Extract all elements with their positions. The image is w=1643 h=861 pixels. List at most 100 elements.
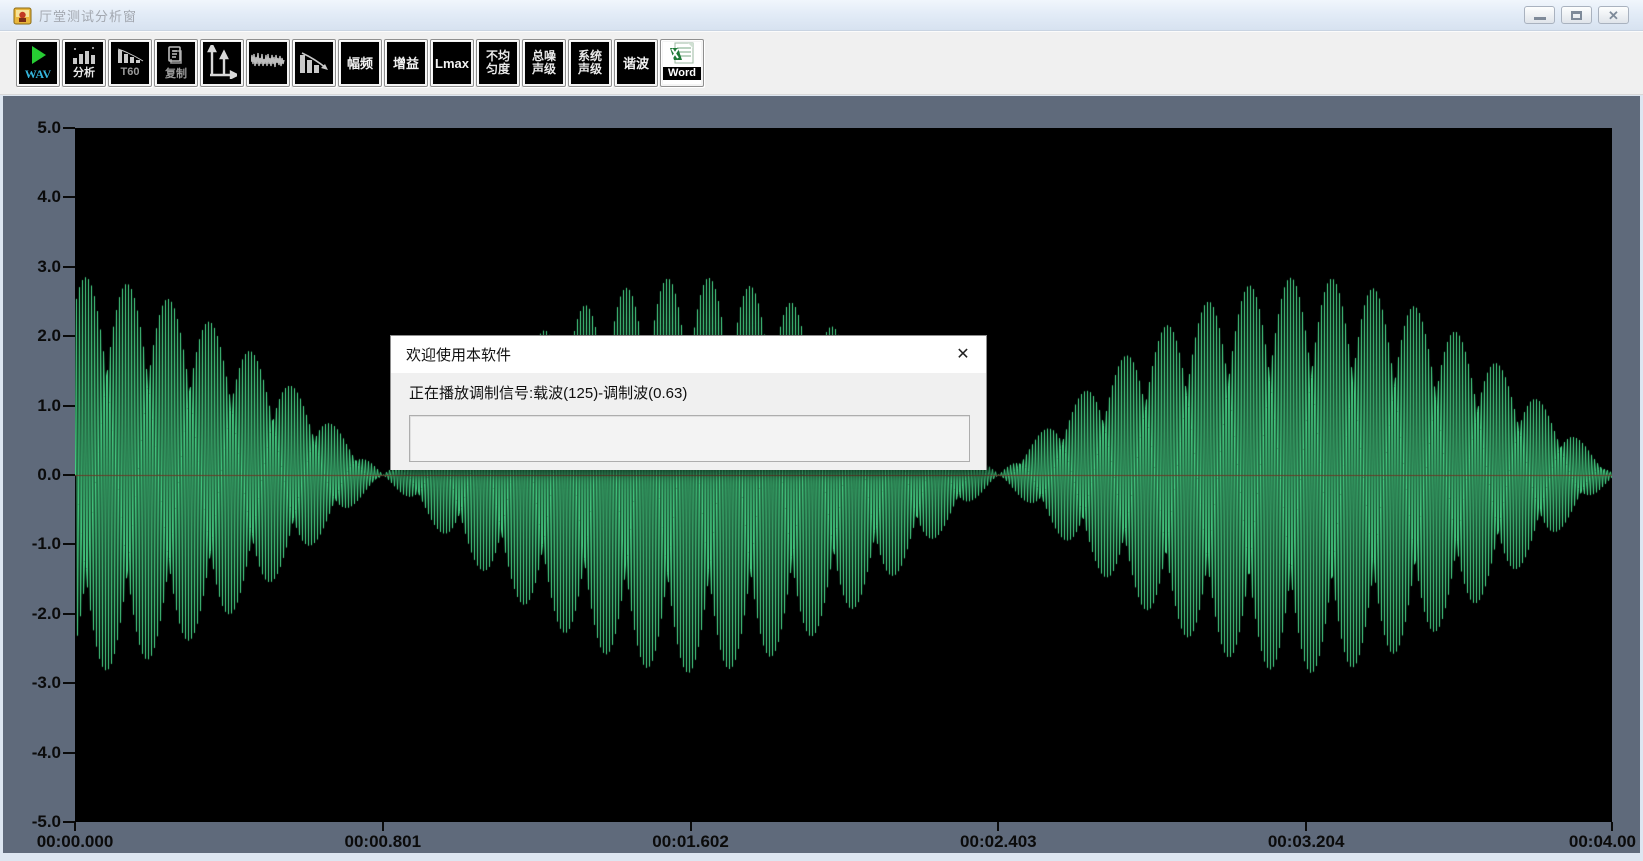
analyze-button[interactable]: 分析 [62,39,106,87]
axes-button-face [203,42,241,84]
play-icon [27,45,49,68]
bar-chart-icon [70,46,98,67]
lmax-button[interactable]: Lmax [430,39,474,87]
toolbar: WAV 分析 T60 复制 幅频 增益 Lmax 不均匀度总噪声级系统声级 谐波 Word [0,31,1643,95]
x-axis-tick [690,822,692,831]
dialog-titlebar: 欢迎使用本软件 ✕ [391,336,986,373]
lmax-label: Lmax [435,57,469,70]
y-axis-tick [63,682,75,684]
histogram-decay-button[interactable] [292,39,336,87]
minimize-button[interactable] [1524,6,1555,24]
harmonics-label: 谐波 [623,57,649,70]
dialog-message: 正在播放调制信号:载波(125)-调制波(0.63) [409,382,687,403]
harmonics-button[interactable]: 谐波 [614,39,658,87]
y-axis-label: 0.0 [11,465,61,485]
analyze-label: 分析 [73,67,95,80]
y-axis-label: -2.0 [11,604,61,624]
y-axis-tick [63,613,75,615]
minimize-icon [1534,17,1546,20]
gain-label: 增益 [393,57,419,70]
word-export-button[interactable]: Word [660,39,704,87]
copy-button-face: 复制 [157,42,195,84]
document-copy-icon [166,45,186,68]
t60-button[interactable]: T60 [108,39,152,87]
word-export-button-face: Word [663,42,701,84]
word-export-label: Word [663,67,701,80]
y-axis-label: -1.0 [11,534,61,554]
dialog-close-button[interactable]: ✕ [948,340,978,368]
x-axis-tick [997,822,999,831]
axes-button[interactable] [200,39,244,87]
x-axis-label: 00:02.403 [960,832,1037,852]
system-sound-level-button[interactable]: 系统声级 [568,39,612,87]
spreadsheet-icon [669,42,695,67]
histogram-decay-icon [299,51,329,76]
amplitude-frequency-button[interactable]: 幅频 [338,39,382,87]
maximize-icon [1571,11,1582,20]
window-title: 厅堂测试分析窗 [39,6,137,25]
amplitude-frequency-label: 幅频 [347,57,373,70]
titlebar: 厅堂测试分析窗 ✕ [0,0,1643,31]
copy-label: 复制 [165,68,187,81]
play-wav-button-face: WAV [19,42,57,84]
gain-button[interactable]: 增益 [384,39,428,87]
window-controls: ✕ [1524,6,1629,24]
total-noise-level-button[interactable]: 总噪声级 [522,39,566,87]
nonuniformity-button-face: 不均匀度 [479,42,517,84]
lmax-button-face: Lmax [433,42,471,84]
system-sound-level-button-face: 系统声级 [571,42,609,84]
y-axis-label: 4.0 [11,187,61,207]
copy-button[interactable]: 复制 [154,39,198,87]
system-sound-level-label-line2: 声级 [578,63,602,76]
x-axis-label: 00:04.00 [1569,832,1636,852]
y-axis-tick [63,266,75,268]
total-noise-level-label-line2: 声级 [532,63,556,76]
play-wav-label: WAV [25,68,51,81]
y-axis-label: 5.0 [11,118,61,138]
close-icon: ✕ [1608,9,1619,22]
y-axis-label: 3.0 [11,257,61,277]
dialog-body: 正在播放调制信号:载波(125)-调制波(0.63) [391,373,986,470]
decay-bars-icon [116,47,144,66]
y-axis-label: 2.0 [11,326,61,346]
y-axis-tick [63,405,75,407]
analyze-button-face: 分析 [65,42,103,84]
maximize-button[interactable] [1561,6,1592,24]
waveform-icon [251,51,285,76]
play-wav-button[interactable]: WAV [16,39,60,87]
histogram-decay-button-face [295,42,333,84]
y-axis-label: -5.0 [11,812,61,832]
nonuniformity-button[interactable]: 不均匀度 [476,39,520,87]
x-axis-label: 00:01.602 [652,832,729,852]
y-axis-label: 1.0 [11,396,61,416]
waveform-canvas [75,128,1612,822]
x-axis-label: 00:00.000 [37,832,114,852]
y-axis-tick [63,474,75,476]
y-axis-tick [63,752,75,754]
y-axis-tick [63,127,75,129]
x-axis-tick [74,822,76,831]
t60-label: T60 [121,66,140,79]
x-axis-tick [1305,822,1307,831]
x-axis-tick [382,822,384,831]
harmonics-button-face: 谐波 [617,42,655,84]
x-axis-label: 00:03.204 [1268,832,1345,852]
nonuniformity-label-line2: 匀度 [486,63,510,76]
x-axis-tick [1611,822,1613,831]
y-axis-label: -3.0 [11,673,61,693]
y-axis-tick [63,335,75,337]
t60-button-face: T60 [111,42,149,84]
x-axis-label: 00:00.801 [344,832,421,852]
welcome-dialog: 欢迎使用本软件 ✕ 正在播放调制信号:载波(125)-调制波(0.63) [390,335,987,470]
close-button[interactable]: ✕ [1598,6,1629,24]
total-noise-level-button-face: 总噪声级 [525,42,563,84]
gain-button-face: 增益 [387,42,425,84]
progress-bar [409,415,970,462]
plot-area [75,128,1612,822]
app-icon [13,6,32,25]
content-area: 5.04.03.02.01.00.0-1.0-2.0-3.0-4.0-5.000… [3,96,1640,853]
waveform-view-button-face [249,42,287,84]
dialog-title: 欢迎使用本软件 [406,344,511,365]
y-axis-tick [63,196,75,198]
waveform-view-button[interactable] [246,39,290,87]
